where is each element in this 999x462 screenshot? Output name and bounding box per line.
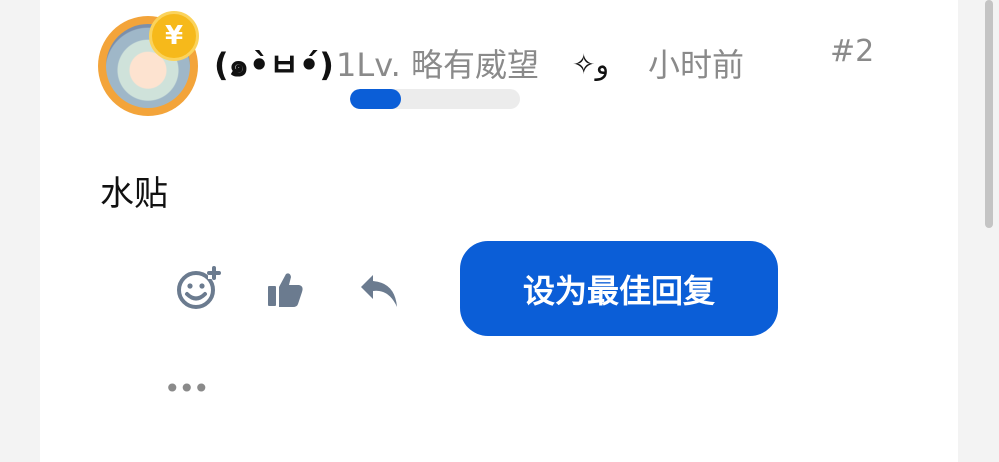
scrollbar[interactable]: [979, 0, 999, 462]
more-icon[interactable]: •••: [164, 372, 210, 405]
like-button[interactable]: [262, 267, 308, 313]
username[interactable]: (๑•̀ㅂ•́): [214, 40, 334, 91]
set-best-reply-button[interactable]: 设为最佳回复: [460, 241, 778, 336]
level-label: 1Lv. 略有威望: [336, 46, 539, 84]
reply-content: 水贴: [100, 174, 168, 214]
floor-number: #2: [830, 34, 875, 69]
thumbs-up-icon: [268, 273, 303, 307]
reply-icon: [361, 275, 397, 307]
add-reaction-button[interactable]: [176, 265, 222, 311]
post-time: 小时前: [648, 46, 745, 84]
level-progress-bar: [350, 89, 520, 109]
reply-card: ¥ (๑•̀ㅂ•́) 1Lv. 略有威望 ✧و 小时前 #2 水贴 设为最佳回复…: [40, 0, 958, 462]
level-progress-fill: [350, 89, 401, 109]
scrollbar-thumb[interactable]: [985, 0, 993, 228]
add-emoji-icon: [177, 266, 221, 309]
username-suffix: ✧و: [572, 48, 609, 81]
reply-button[interactable]: [356, 267, 402, 313]
coin-icon: ¥: [149, 11, 199, 61]
